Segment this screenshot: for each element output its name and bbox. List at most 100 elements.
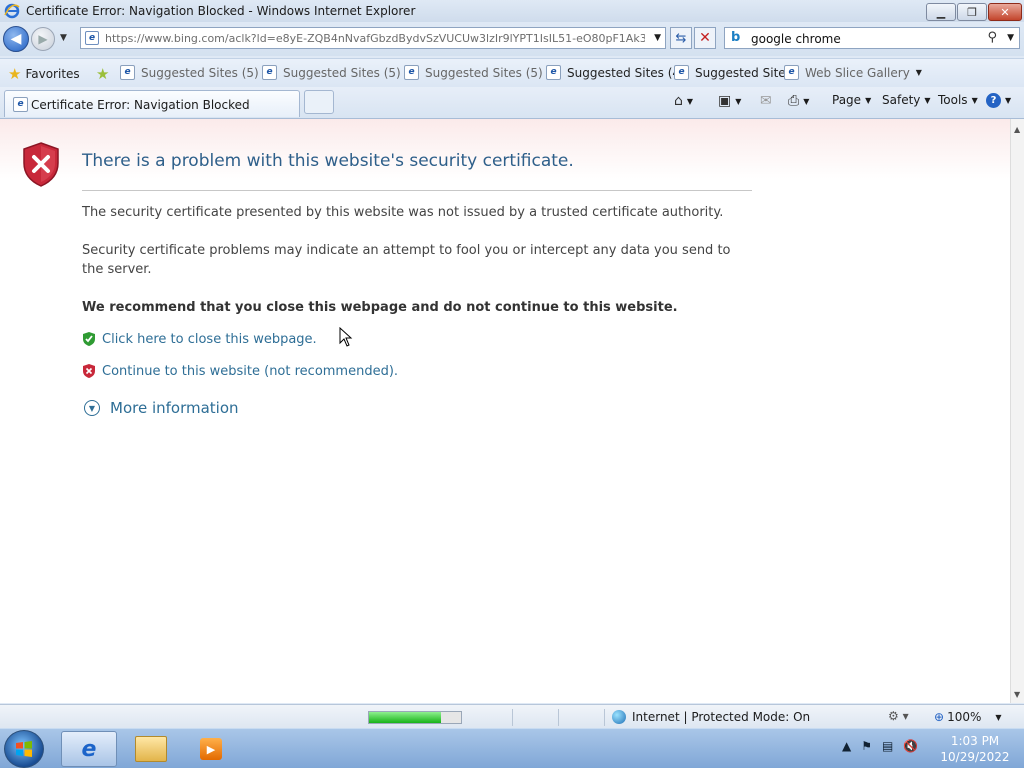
clock[interactable]: 1:03 PM 10/29/2022 bbox=[935, 733, 1015, 765]
chevron-down-icon: ▼ bbox=[803, 96, 810, 106]
zoom-magnifier-icon: ⊕ bbox=[934, 710, 945, 724]
ie-logo-icon: e bbox=[81, 736, 97, 762]
internet-globe-icon bbox=[612, 710, 626, 724]
chevron-down-icon: ▼ bbox=[971, 95, 978, 105]
page-title: There is a problem with this website's s… bbox=[82, 151, 574, 171]
volume-muted-icon[interactable]: 🔇 bbox=[903, 739, 918, 753]
pop-up-blocker-icon[interactable]: ⚙ ▾ bbox=[888, 709, 909, 723]
read-mail-button[interactable]: ✉ bbox=[760, 93, 772, 109]
scroll-down-icon[interactable]: ▼ bbox=[1014, 690, 1020, 699]
refresh-button[interactable]: ⇆ bbox=[670, 27, 692, 49]
taskbar-media-player[interactable]: ▶ bbox=[183, 731, 239, 767]
ie-page-icon: e bbox=[404, 65, 419, 80]
tab-certificate-error[interactable]: e Certificate Error: Navigation Blocked bbox=[4, 90, 300, 117]
favorites-button[interactable]: ★ Favorites bbox=[8, 65, 80, 83]
windows-logo-icon bbox=[16, 741, 32, 757]
taskbar-windows-explorer[interactable] bbox=[123, 731, 179, 767]
address-bar[interactable]: e https://www.bing.com/aclk?ld=e8yE-ZQB4… bbox=[80, 27, 666, 49]
tab-row: e Certificate Error: Navigation Blocked … bbox=[0, 87, 1024, 119]
chevron-down-icon: ▼ bbox=[686, 96, 694, 106]
ie-logo-icon bbox=[4, 3, 20, 19]
more-information-toggle[interactable]: ▼ More information bbox=[84, 399, 239, 417]
show-hidden-icons-icon[interactable]: ▲ bbox=[842, 739, 851, 753]
divider bbox=[82, 190, 752, 191]
favorites-item[interactable]: eSuggested Sites (5)▼ bbox=[262, 65, 413, 80]
search-box[interactable]: b google chrome ⚲ ▼ bbox=[724, 27, 1020, 49]
bing-logo-icon: b bbox=[731, 30, 741, 45]
error-shield-icon bbox=[22, 141, 60, 187]
zoom-level-button[interactable]: ⊕ 100% ▼ bbox=[934, 710, 1002, 724]
favorites-bar: ★ Favorites ★ eSuggested Sites (5)▼ eSug… bbox=[0, 58, 1024, 88]
web-slice-gallery[interactable]: e Web Slice Gallery ▼ bbox=[784, 65, 922, 80]
tools-menu[interactable]: Tools ▼ bbox=[938, 93, 978, 107]
media-player-icon: ▶ bbox=[200, 738, 222, 760]
print-button[interactable]: ⎙ ▼ bbox=[788, 93, 809, 109]
page-content: There is a problem with this website's s… bbox=[0, 119, 1010, 703]
vertical-scrollbar[interactable]: ▲ ▼ bbox=[1010, 119, 1024, 703]
security-zone[interactable]: Internet | Protected Mode: On bbox=[612, 710, 810, 724]
new-tab-button[interactable] bbox=[304, 90, 334, 114]
page-menu[interactable]: Page ▼ bbox=[832, 93, 871, 107]
status-separator bbox=[512, 709, 513, 726]
recent-pages-dropdown-icon[interactable]: ▼ bbox=[60, 33, 67, 43]
printer-icon: ⎙ bbox=[788, 93, 800, 109]
action-center-flag-icon[interactable]: ⚑ bbox=[861, 739, 872, 753]
chevron-down-icon: ▼ bbox=[1005, 96, 1012, 105]
navigation-bar: ◀ ▶ ▼ e https://www.bing.com/aclk?ld=e8y… bbox=[0, 22, 1024, 56]
close-window-button[interactable]: ✕ bbox=[988, 3, 1022, 21]
address-dropdown-icon[interactable]: ▼ bbox=[654, 33, 661, 43]
system-tray: ▲ ⚑ ▤ 🔇 bbox=[842, 739, 928, 753]
page-icon: e bbox=[85, 31, 99, 45]
favorites-item[interactable]: e Suggested Sites (4) bbox=[546, 65, 685, 80]
feeds-button[interactable]: ▣ ▼ bbox=[718, 93, 741, 109]
favorites-item[interactable]: eSuggested Sites (5)▼ bbox=[404, 65, 555, 80]
chevron-down-icon: ▼ bbox=[995, 712, 1002, 722]
progress-fill bbox=[369, 712, 441, 723]
status-bar: Internet | Protected Mode: On ⚙ ▾ ⊕ 100%… bbox=[0, 704, 1024, 729]
home-button[interactable]: ⌂ ▼ bbox=[674, 93, 693, 109]
title-bar: Certificate Error: Navigation Blocked - … bbox=[0, 0, 1024, 22]
taskbar-internet-explorer[interactable]: e bbox=[61, 731, 117, 767]
favorites-item[interactable]: eSuggested Sites (5)▼ bbox=[120, 65, 271, 80]
status-separator bbox=[558, 709, 559, 726]
expand-chevron-icon: ▼ bbox=[84, 400, 100, 416]
chevron-down-icon: ▼ bbox=[865, 95, 872, 105]
ie-page-icon: e bbox=[784, 65, 799, 80]
help-icon: ? bbox=[986, 93, 1001, 108]
taskbar: e ▶ ▲ ⚑ ▤ 🔇 1:03 PM 10/29/2022 bbox=[0, 728, 1024, 768]
network-icon[interactable]: ▤ bbox=[882, 739, 893, 753]
close-webpage-link[interactable]: Click here to close this webpage. bbox=[82, 331, 317, 347]
scroll-up-icon[interactable]: ▲ bbox=[1014, 125, 1020, 134]
continue-to-website-link[interactable]: Continue to this website (not recommende… bbox=[82, 363, 398, 379]
search-icon[interactable]: ⚲ bbox=[987, 30, 997, 45]
url-text[interactable]: https://www.bing.com/aclk?ld=e8yE-ZQB4nN… bbox=[105, 32, 645, 45]
chevron-down-icon: ▼ bbox=[924, 95, 931, 105]
back-button[interactable]: ◀ bbox=[3, 26, 29, 52]
tab-label: Certificate Error: Navigation Blocked bbox=[31, 98, 250, 112]
ie-page-icon: e bbox=[262, 65, 277, 80]
green-shield-check-icon bbox=[82, 331, 96, 347]
error-warning: Security certificate problems may indica… bbox=[82, 243, 731, 277]
search-options-dropdown-icon[interactable]: ▼ bbox=[1007, 33, 1014, 43]
ie-page-icon: e bbox=[546, 65, 561, 80]
minimize-button[interactable]: ▁ bbox=[926, 3, 956, 21]
forward-button[interactable]: ▶ bbox=[31, 27, 55, 51]
chevron-down-icon: ▼ bbox=[915, 68, 922, 77]
folder-icon bbox=[135, 736, 167, 762]
restore-button[interactable]: ❐ bbox=[957, 3, 987, 21]
stop-button[interactable]: ✕ bbox=[694, 27, 716, 49]
recommendation-text: We recommend that you close this webpage… bbox=[82, 300, 678, 315]
window-title: Certificate Error: Navigation Blocked - … bbox=[26, 4, 416, 18]
safety-menu[interactable]: Safety ▼ bbox=[882, 93, 931, 107]
start-button[interactable] bbox=[4, 730, 44, 768]
help-menu[interactable]: ? ▼ bbox=[986, 93, 1011, 108]
page-load-progress-bar bbox=[368, 711, 462, 724]
ie-page-icon: e bbox=[120, 65, 135, 80]
add-to-favorites-bar-icon[interactable]: ★ bbox=[96, 65, 113, 83]
home-icon: ⌂ bbox=[674, 93, 683, 109]
favorites-star-icon: ★ bbox=[8, 65, 22, 83]
favorites-item[interactable]: e Suggested Sites bbox=[674, 65, 792, 80]
search-input[interactable]: google chrome bbox=[751, 32, 841, 46]
ie-page-icon: e bbox=[674, 65, 689, 80]
clock-date: 10/29/2022 bbox=[940, 750, 1010, 764]
